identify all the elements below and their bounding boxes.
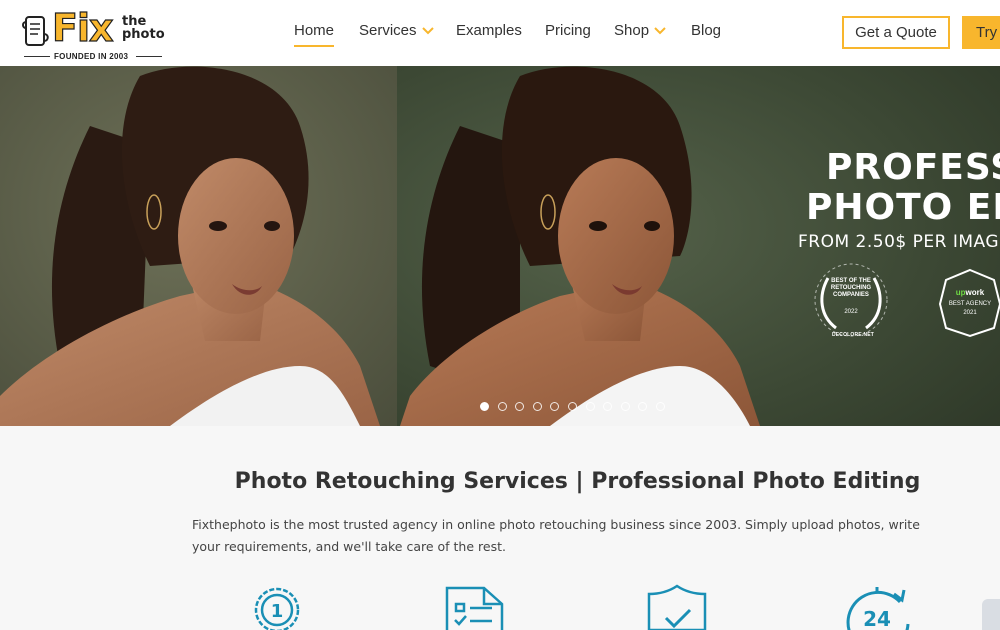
upwork-logo-up: up	[955, 288, 966, 297]
scroll-icon	[22, 16, 49, 46]
upwork-logo: upwork	[946, 288, 994, 297]
nav-item-shop[interactable]: Shop	[614, 20, 666, 42]
hero-subtitle: FROM 2.50$ PER IMAG	[798, 232, 1000, 252]
intro-description: Fixthephoto is the most trusted agency i…	[192, 517, 920, 554]
chevron-down-icon	[654, 27, 666, 35]
slider-dot[interactable]	[620, 402, 630, 411]
chat-widget-button[interactable]	[982, 599, 1000, 630]
slider-dot[interactable]	[568, 402, 577, 411]
upwork-logo-work: work	[965, 288, 985, 297]
badge-best-text: BEST OF THE RETOUCHING COMPANIES	[830, 278, 872, 298]
hero-title-line-2: PHOTO ED	[806, 187, 1000, 228]
logo-divider-left	[24, 56, 50, 57]
nav-item-pricing[interactable]: Pricing	[545, 20, 591, 42]
slider-dot[interactable]	[585, 402, 595, 411]
fixthephoto-logo[interactable]: Fix the photo FOUNDED IN 2003	[22, 5, 165, 62]
nav-item-blog[interactable]: Blog	[691, 20, 721, 42]
shield-check-icon	[647, 584, 707, 630]
logo-fix-text: Fix	[51, 5, 114, 50]
nav-item-examples[interactable]: Examples	[456, 20, 522, 42]
badge-best-source: DECOLORE.NET	[831, 332, 875, 338]
get-a-quote-button[interactable]: Get a Quote	[842, 16, 950, 49]
slider-dot[interactable]	[532, 402, 542, 411]
clock-24-icon: 24	[846, 587, 910, 630]
nav-item-home[interactable]: Home	[294, 20, 335, 47]
badge-upwork-year: 2021	[963, 310, 977, 316]
slider-dot[interactable]	[480, 402, 489, 411]
feature-1-label: 1	[271, 601, 284, 622]
best-retouching-badge: BEST OF THE RETOUCHING COMPANIES 2022 DE…	[812, 266, 890, 344]
logo-founded-text: FOUNDED IN 2003	[54, 52, 129, 61]
logo-photo-text: photo	[122, 27, 165, 42]
slider-dot[interactable]	[497, 402, 507, 411]
nav-item-services[interactable]: Services	[359, 20, 434, 42]
hero-title: PROFESSI PHOTO ED	[806, 148, 1000, 228]
intro-section: Photo Retouching Services | Professional…	[0, 426, 1000, 630]
hero-title-line-1: PROFESSI	[826, 147, 1000, 188]
badge-best-year: 2022	[844, 309, 858, 315]
badge-upwork-text: BEST AGENCY	[948, 301, 992, 307]
nav-item-services-label: Services	[359, 22, 417, 39]
chevron-down-icon	[421, 27, 434, 35]
checklist-document-icon	[445, 586, 504, 630]
number-one-medal-icon: 1	[254, 587, 300, 630]
hero-slider: PROFESSI PHOTO ED FROM 2.50$ PER IMAG BE…	[0, 66, 1000, 426]
page-title: Photo Retouching Services | Professional…	[234, 469, 921, 494]
try-button[interactable]: Try	[962, 16, 1000, 49]
site-header: Fix the photo FOUNDED IN 2003 Home Servi…	[0, 0, 1000, 66]
feature-4-label: 24	[863, 607, 891, 630]
nav-item-shop-label: Shop	[614, 22, 650, 39]
slider-dot[interactable]	[656, 402, 665, 411]
logo-divider-right	[136, 56, 162, 57]
upwork-best-agency-badge: upwork BEST AGENCY 2021	[938, 272, 1000, 336]
